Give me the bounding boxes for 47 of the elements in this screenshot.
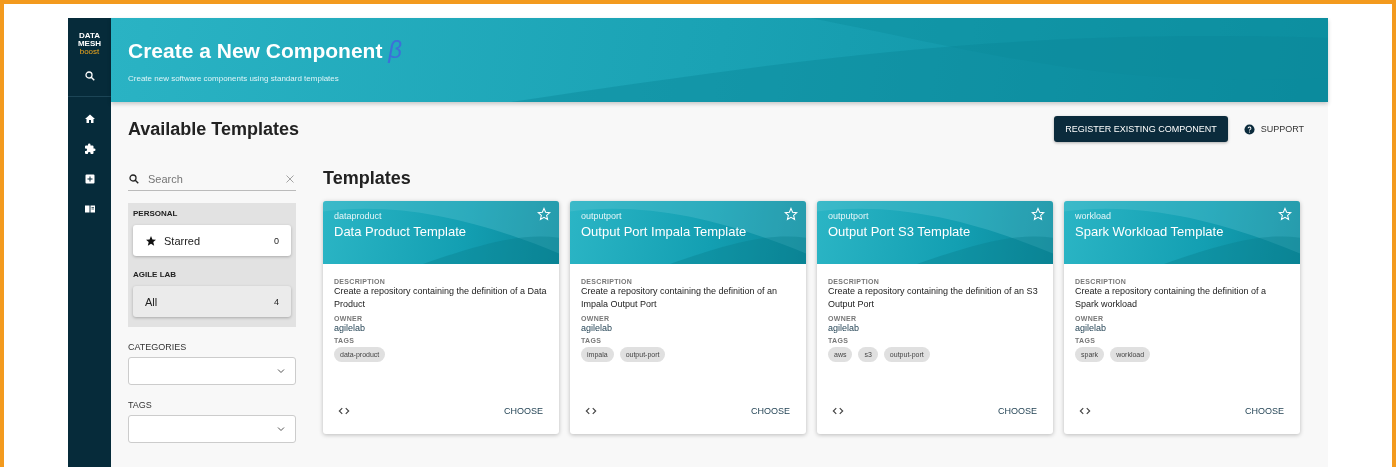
search-icon [128, 173, 140, 185]
filter-item[interactable]: Starred 0 [133, 225, 291, 256]
template-title: Data Product Template [334, 224, 466, 239]
template-type: workload [1075, 211, 1112, 221]
search-field[interactable]: Search [146, 172, 278, 186]
owner-link[interactable]: agilelab [334, 323, 548, 333]
star-icon[interactable] [1031, 207, 1045, 221]
dropdown-label: TAGS [128, 400, 153, 410]
star-icon[interactable] [537, 207, 551, 221]
template-type: dataproduct [334, 211, 382, 221]
choose-button[interactable]: CHOOSE [751, 406, 790, 416]
page-heading: Create a New Component [128, 39, 383, 62]
star-icon[interactable] [784, 207, 798, 221]
template-type: outputport [581, 211, 622, 221]
support-button[interactable]: SUPPORT [1243, 123, 1304, 135]
beta-symbol: β [388, 36, 402, 63]
dropdown-label: CATEGORIES [128, 342, 188, 352]
template-title: Output Port Impala Template [581, 224, 747, 239]
template-title: Output Port S3 Template [828, 224, 971, 239]
book-icon[interactable] [83, 203, 96, 215]
add-box-icon[interactable] [83, 173, 96, 185]
logo[interactable]: DATA MESH boost [77, 32, 102, 56]
owner-link[interactable]: agilelab [828, 323, 1042, 333]
puzzle-icon[interactable] [83, 143, 96, 155]
template-description: Create a repository containing the definition of an S3 Output Port [828, 285, 1039, 311]
filter-item[interactable]: All 4 [133, 286, 291, 317]
owner-link[interactable]: agilelab [1075, 323, 1289, 333]
choose-button[interactable]: CHOOSE [998, 406, 1037, 416]
section-heading: Available Templates [128, 118, 300, 140]
template-description: Create a repository containing the definition of a Spark workload [1075, 285, 1268, 311]
star-icon[interactable] [1278, 207, 1292, 221]
choose-button[interactable]: CHOOSE [1245, 406, 1284, 416]
template-title: Spark Workload Template [1075, 224, 1224, 239]
templates-heading: Templates [323, 168, 412, 189]
star-icon [145, 234, 157, 247]
group-title: AGILE LAB [133, 270, 178, 279]
owner-link[interactable]: agilelab [581, 323, 795, 333]
header-subtitle: Create new software components using standard templates [128, 74, 340, 83]
search-icon[interactable] [83, 70, 96, 82]
group-title: PERSONAL [133, 209, 179, 218]
choose-button[interactable]: CHOOSE [504, 406, 543, 416]
register-component-button[interactable]: REGISTER EXISTING COMPONENT [1054, 116, 1228, 142]
template-type: outputport [828, 211, 869, 221]
template-description: Create a repository containing the definition of a Data Product [334, 285, 548, 311]
help-icon [1243, 123, 1255, 135]
home-icon[interactable] [83, 113, 96, 125]
template-description: Create a repository containing the definition of an Impala Output Port [581, 285, 779, 311]
